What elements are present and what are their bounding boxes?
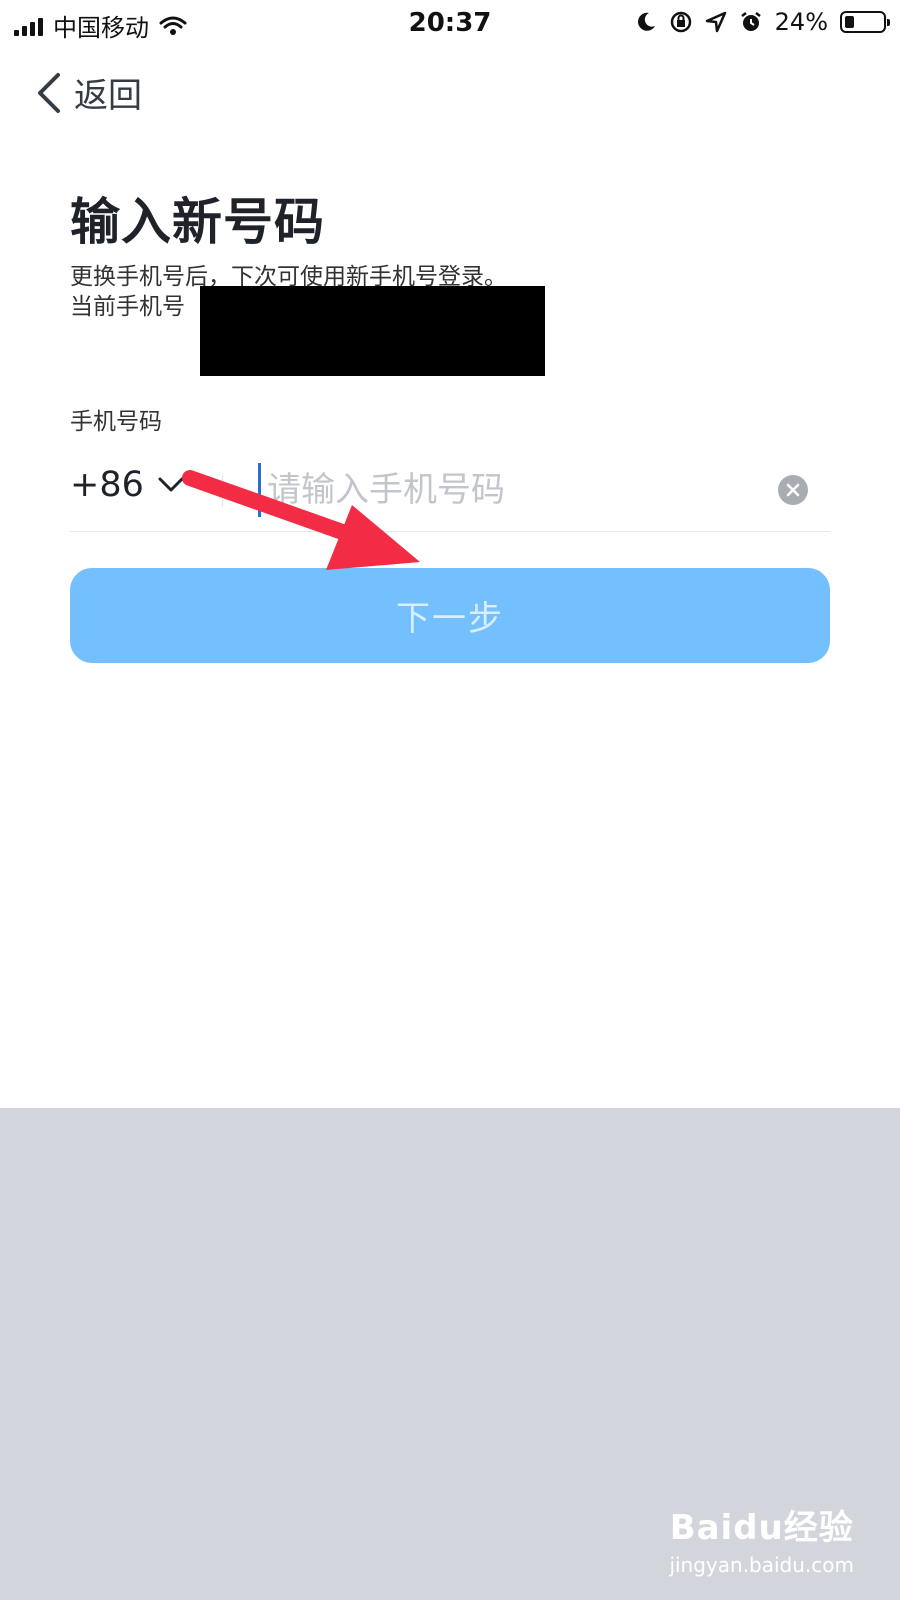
watermark: Baidu经验 jingyan.baidu.com (669, 1500, 854, 1577)
watermark-url: jingyan.baidu.com (669, 1553, 854, 1577)
watermark-brand: Baidu经验 (669, 1508, 854, 1548)
annotation-arrow-icon (182, 470, 420, 570)
